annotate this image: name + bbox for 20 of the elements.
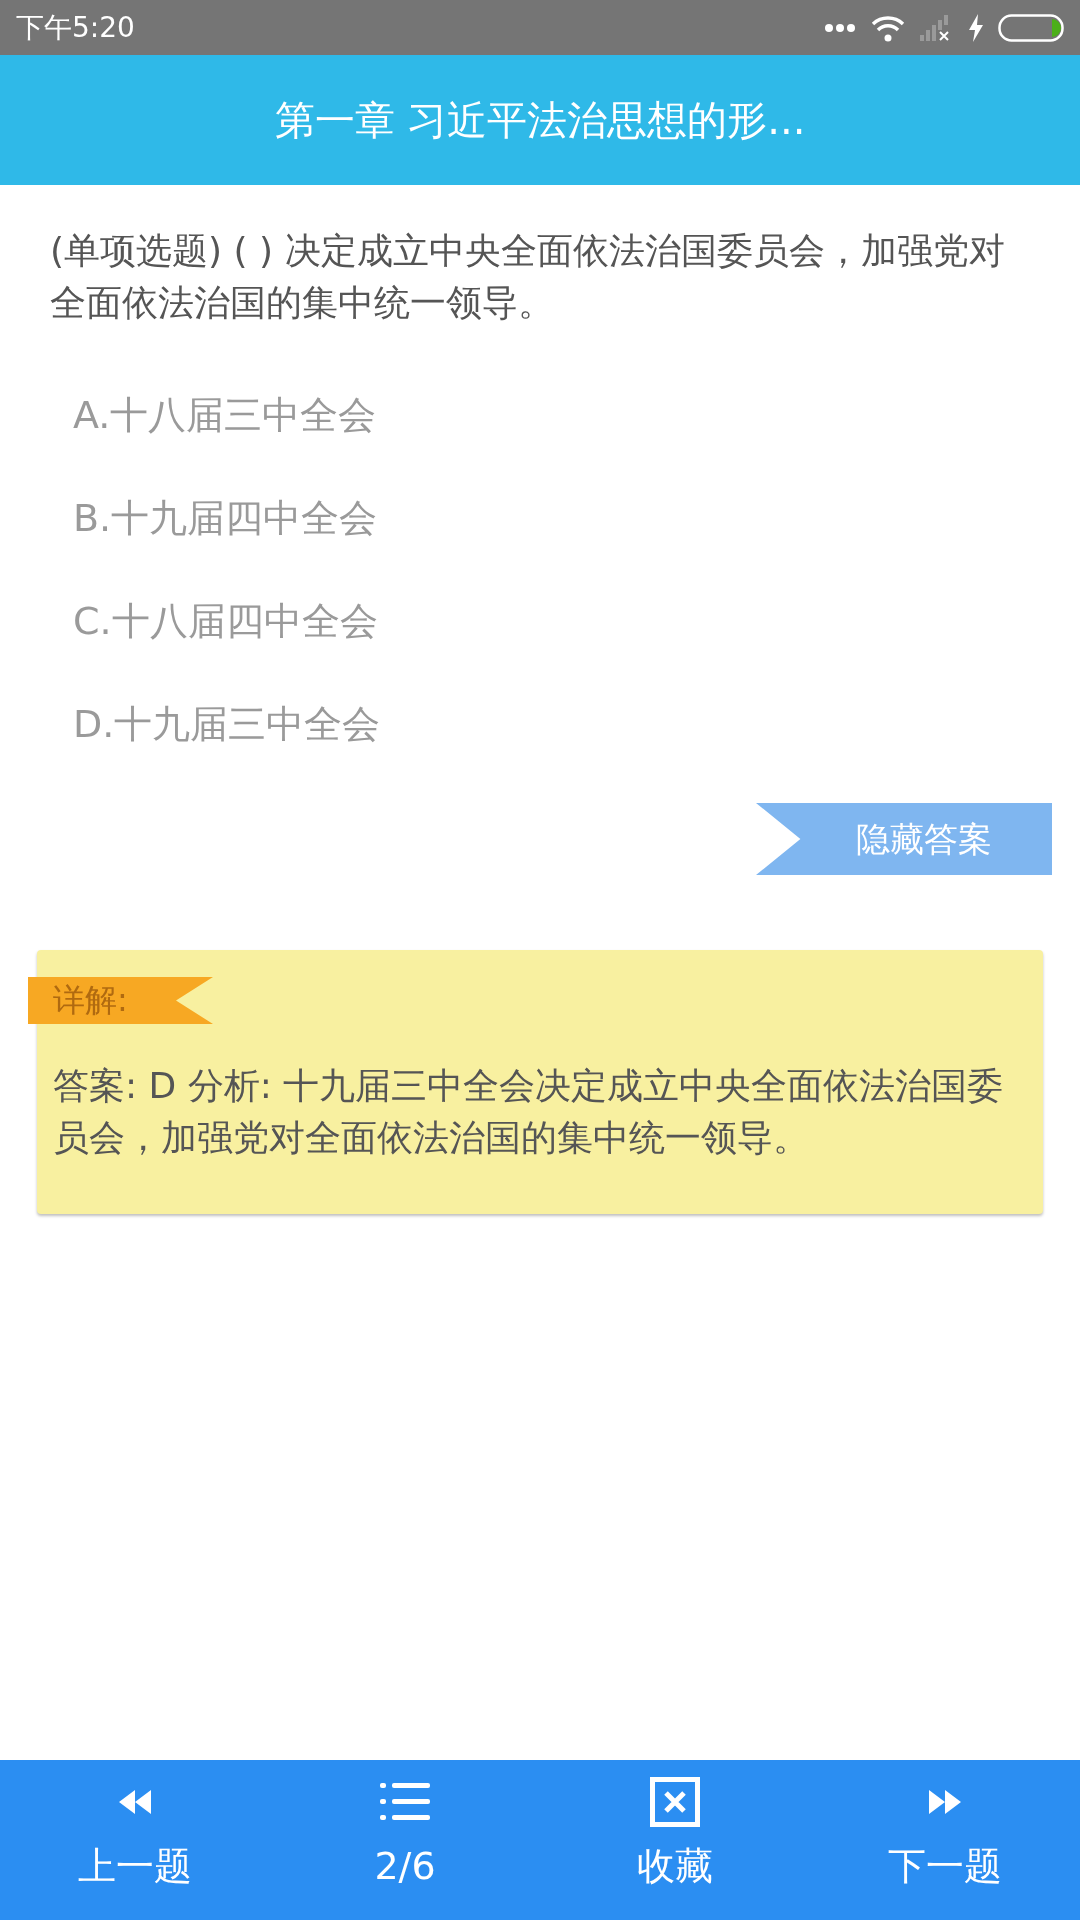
- answer-option[interactable]: A.十八届三中全会: [73, 389, 1080, 442]
- nav-button[interactable]: 上一题: [0, 1760, 270, 1920]
- explanation-text: 答案: D 分析: 十九届三中全会决定成立中央全面依法治国委员会，加强党对全面依法治国的集中统一领导。: [53, 1064, 1005, 1160]
- battery-icon: [998, 13, 1064, 42]
- wifi-icon: [870, 13, 906, 42]
- explanation-tag: 详解:: [28, 977, 213, 1024]
- hide-answer-button[interactable]: 隐藏答案: [756, 803, 1052, 875]
- answer-option[interactable]: C.十八届四中全会: [73, 595, 1080, 648]
- answer-option[interactable]: D.十九届三中全会: [73, 698, 1080, 751]
- list-icon: [380, 1781, 430, 1823]
- more-dots-icon: [824, 22, 856, 33]
- charging-icon: [968, 13, 984, 42]
- close-box-icon: [650, 1777, 700, 1827]
- nav-button[interactable]: 下一题: [810, 1760, 1080, 1920]
- chapter-title: 第一章 习近平法治思想的形...: [274, 96, 806, 145]
- question-text: (单项选题) ( ) 决定成立中央全面依法治国委员会，加强党对全面依法治国的集中统一领导。: [50, 229, 1006, 325]
- nav-button[interactable]: 2/6: [270, 1760, 540, 1920]
- answer-option[interactable]: B.十九届四中全会: [73, 492, 1080, 545]
- status-time: 下午5:20: [16, 9, 135, 46]
- nav-button[interactable]: 收藏: [540, 1760, 810, 1920]
